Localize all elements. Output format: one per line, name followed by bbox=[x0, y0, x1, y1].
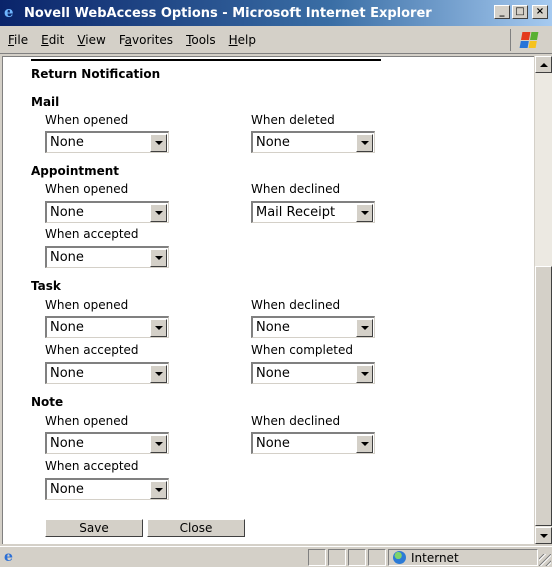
dropdown-arrow-icon[interactable] bbox=[356, 203, 373, 222]
page-content: Return Notification Mail When opened Whe… bbox=[2, 56, 534, 544]
menu-help[interactable]: Help bbox=[224, 33, 264, 47]
close-window-button[interactable]: × bbox=[532, 5, 548, 19]
menu-favorites[interactable]: Favorites bbox=[114, 33, 181, 47]
dropdown-arrow-icon[interactable] bbox=[356, 434, 373, 453]
mail-heading: Mail bbox=[31, 95, 60, 109]
dropdown-arrow-icon[interactable] bbox=[356, 364, 373, 383]
mail-deleted-select[interactable]: None bbox=[251, 131, 375, 153]
appointment-accepted-label: When accepted bbox=[45, 227, 139, 241]
appointment-heading: Appointment bbox=[31, 164, 120, 178]
menu-tools[interactable]: Tools bbox=[181, 33, 224, 47]
note-heading: Note bbox=[31, 395, 64, 409]
windows-logo-icon bbox=[510, 29, 546, 51]
appointment-accepted-select[interactable]: None bbox=[45, 246, 169, 268]
close-button[interactable]: Close bbox=[147, 519, 245, 537]
zone-label: Internet bbox=[411, 550, 459, 565]
note-accepted-label: When accepted bbox=[45, 459, 139, 473]
mail-deleted-label: When deleted bbox=[251, 113, 335, 127]
note-opened-label: When opened bbox=[45, 414, 129, 428]
appointment-declined-label: When declined bbox=[251, 182, 341, 196]
menu-bar: File Edit View Favorites Tools Help bbox=[0, 26, 552, 54]
dropdown-arrow-icon[interactable] bbox=[356, 318, 373, 337]
dropdown-arrow-icon[interactable] bbox=[150, 364, 167, 383]
dropdown-arrow-icon[interactable] bbox=[150, 203, 167, 222]
dropdown-arrow-icon[interactable] bbox=[356, 133, 373, 152]
dropdown-arrow-icon[interactable] bbox=[150, 434, 167, 453]
note-opened-select[interactable]: None bbox=[45, 432, 169, 454]
note-declined-select[interactable]: None bbox=[251, 432, 375, 454]
task-opened-label: When opened bbox=[45, 298, 129, 312]
title-bar: e Novell WebAccess Options - Microsoft I… bbox=[0, 0, 552, 26]
resize-grip[interactable] bbox=[539, 554, 551, 566]
task-completed-select[interactable]: None bbox=[251, 362, 375, 384]
status-pane bbox=[328, 549, 346, 566]
window-title: Novell WebAccess Options - Microsoft Int… bbox=[24, 5, 432, 21]
mail-opened-label: When opened bbox=[45, 113, 129, 127]
divider bbox=[31, 59, 381, 61]
save-button[interactable]: Save bbox=[45, 519, 143, 537]
task-completed-label: When completed bbox=[251, 343, 353, 357]
task-heading: Task bbox=[31, 279, 61, 293]
window-controls: _ □ × bbox=[494, 5, 548, 19]
menu-view[interactable]: View bbox=[72, 33, 113, 47]
task-opened-select[interactable]: None bbox=[45, 316, 169, 338]
globe-icon bbox=[393, 551, 406, 564]
task-accepted-label: When accepted bbox=[45, 343, 139, 357]
mail-opened-select[interactable]: None bbox=[45, 131, 169, 153]
ie-page-icon: e bbox=[4, 3, 14, 21]
note-declined-label: When declined bbox=[251, 414, 341, 428]
scroll-thumb[interactable] bbox=[535, 266, 552, 526]
status-pane bbox=[368, 549, 386, 566]
appointment-declined-select[interactable]: Mail Receipt bbox=[251, 201, 375, 223]
page-status-icon: e bbox=[4, 549, 13, 565]
appointment-opened-select[interactable]: None bbox=[45, 201, 169, 223]
scroll-up-button[interactable] bbox=[535, 56, 552, 73]
status-pane bbox=[348, 549, 366, 566]
note-accepted-select[interactable]: None bbox=[45, 478, 169, 500]
security-zone: Internet bbox=[388, 549, 538, 566]
dropdown-arrow-icon[interactable] bbox=[150, 133, 167, 152]
status-pane bbox=[308, 549, 326, 566]
task-declined-select[interactable]: None bbox=[251, 316, 375, 338]
task-declined-label: When declined bbox=[251, 298, 341, 312]
status-bar: e Internet bbox=[0, 546, 552, 567]
task-accepted-select[interactable]: None bbox=[45, 362, 169, 384]
menu-edit[interactable]: Edit bbox=[36, 33, 72, 47]
section-title: Return Notification bbox=[31, 67, 161, 81]
menu-file[interactable]: File bbox=[3, 33, 36, 47]
minimize-button[interactable]: _ bbox=[494, 5, 510, 19]
maximize-button[interactable]: □ bbox=[512, 5, 528, 19]
dropdown-arrow-icon[interactable] bbox=[150, 248, 167, 267]
appointment-opened-label: When opened bbox=[45, 182, 129, 196]
vertical-scrollbar[interactable] bbox=[535, 56, 552, 544]
dropdown-arrow-icon[interactable] bbox=[150, 480, 167, 499]
scroll-down-button[interactable] bbox=[535, 527, 552, 544]
dropdown-arrow-icon[interactable] bbox=[150, 318, 167, 337]
